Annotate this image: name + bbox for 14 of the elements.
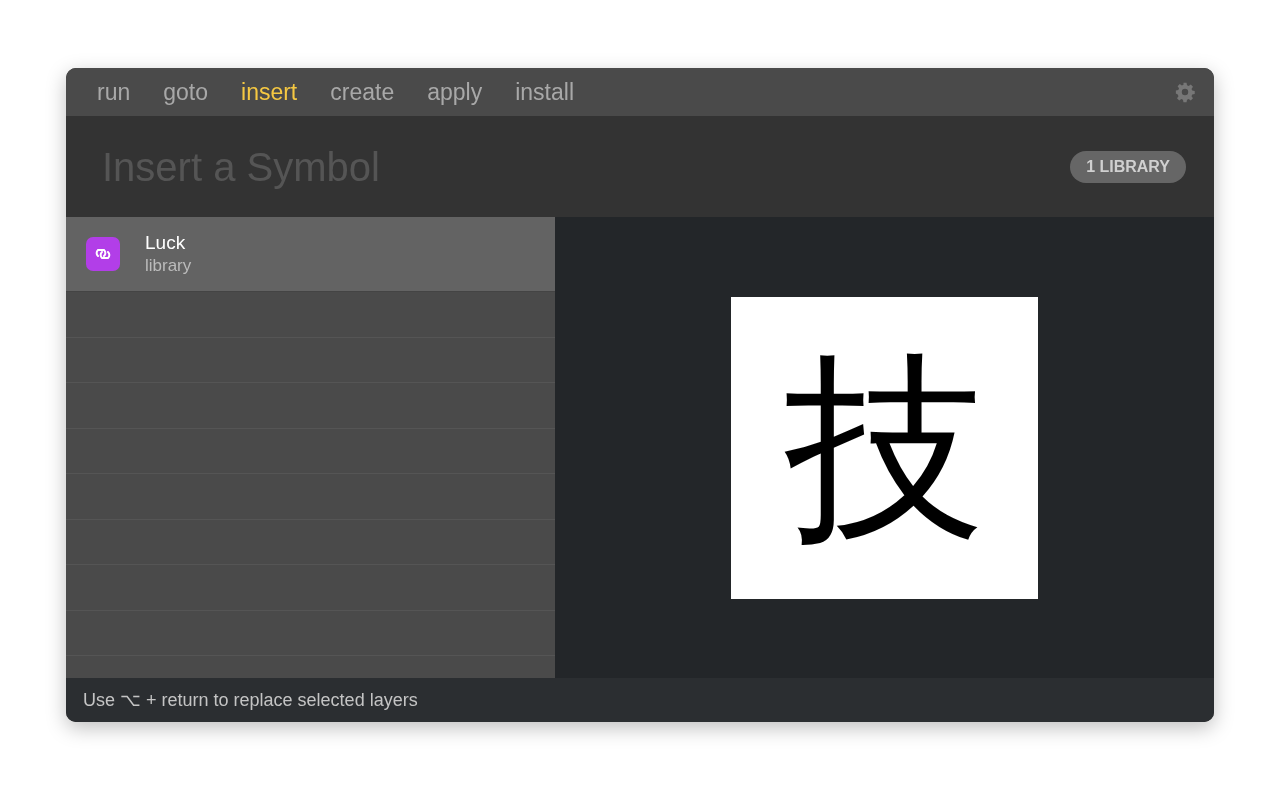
preview-symbol: 技 bbox=[784, 347, 985, 548]
tab[interactable]: insert bbox=[234, 77, 305, 107]
item-title: Luck bbox=[145, 231, 187, 255]
library-count-badge: 1 LIBRARY bbox=[1070, 150, 1186, 183]
tab[interactable]: create bbox=[323, 77, 402, 107]
list-item[interactable]: Luck library bbox=[66, 217, 555, 292]
tab[interactable]: goto bbox=[156, 77, 215, 107]
tab[interactable]: apply bbox=[420, 77, 490, 107]
link-icon bbox=[86, 237, 120, 271]
tab[interactable]: install bbox=[508, 77, 581, 107]
item-subtitle: library bbox=[145, 255, 192, 277]
status-text: Use ⌥ + return to replace selected layers bbox=[83, 688, 418, 712]
tab[interactable]: run bbox=[90, 77, 138, 107]
settings-icon[interactable] bbox=[1174, 81, 1196, 103]
